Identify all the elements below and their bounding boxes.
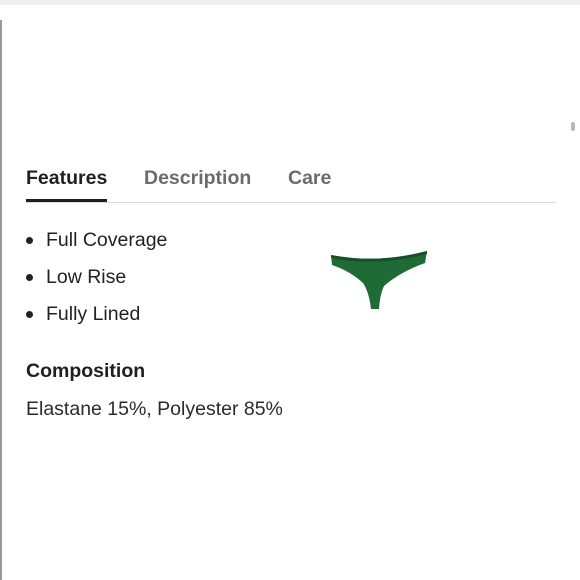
top-strip — [0, 0, 580, 5]
product-image — [331, 251, 427, 309]
list-item: Low Rise — [26, 265, 167, 302]
scroll-indicator[interactable] — [571, 122, 575, 131]
bullet-icon — [26, 237, 33, 244]
list-item: Fully Lined — [26, 302, 167, 339]
bullet-icon — [26, 274, 33, 281]
composition-text: Elastane 15%, Polyester 85% — [26, 398, 283, 420]
composition-title: Composition — [26, 360, 146, 382]
features-list: Full Coverage Low Rise Fully Lined — [26, 228, 167, 339]
feature-label: Low Rise — [46, 266, 127, 288]
feature-label: Fully Lined — [46, 303, 141, 325]
tab-care[interactable]: Care — [288, 164, 331, 201]
list-item: Full Coverage — [26, 228, 167, 265]
tab-features[interactable]: Features — [26, 164, 107, 202]
bullet-icon — [26, 311, 33, 318]
tab-description[interactable]: Description — [144, 164, 251, 201]
left-edge-border — [0, 20, 2, 580]
product-tabs: Features Description Care — [26, 164, 556, 203]
feature-label: Full Coverage — [46, 229, 168, 251]
